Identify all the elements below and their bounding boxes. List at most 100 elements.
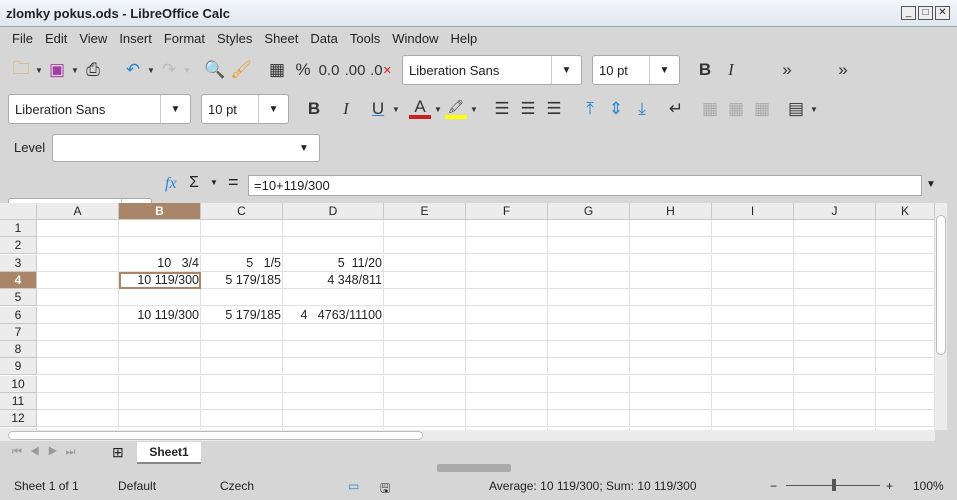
cell-d9[interactable] [283,358,384,376]
save-icon[interactable]: ▣ [44,57,70,83]
conditional-dropdown-icon[interactable]: ▼ [809,105,819,114]
cell-e4[interactable] [384,271,466,289]
column-header-c[interactable]: C [201,203,283,220]
level-combo[interactable]: ▼ [52,134,320,162]
cell-c6[interactable]: 5 179/185 [201,306,283,324]
cell-g7[interactable] [548,323,630,341]
cell-h5[interactable] [630,289,712,307]
sheet-tab-sheet1[interactable]: Sheet1 [137,442,201,464]
cell-a12[interactable] [37,410,119,428]
row-header-10[interactable]: 10 [0,375,37,393]
column-header-h[interactable]: H [630,203,712,220]
cell-g5[interactable] [548,289,630,307]
cell-f12[interactable] [466,410,548,428]
undo-icon[interactable]: ↶ [120,57,146,83]
font-name-combo[interactable]: Liberation Sans ▼ [8,94,191,124]
cell-k2[interactable] [876,237,935,255]
zoom-in-button[interactable]: + [886,479,893,493]
cell-d10[interactable] [283,375,384,393]
italic-button[interactable]: I [718,57,744,83]
open-dropdown-icon[interactable]: ▼ [34,66,44,75]
row-header-6[interactable]: 6 [0,306,37,324]
cell-b1[interactable] [119,220,201,237]
chevron-down-icon[interactable]: ▼ [649,56,679,84]
vertical-scrollbar[interactable] [935,203,947,430]
column-header-f[interactable]: F [466,203,548,220]
merge-cells-icon[interactable]: ▦ [697,96,723,122]
cell-k1[interactable] [876,220,935,237]
italic-button[interactable]: I [333,96,359,122]
cell-a9[interactable] [37,358,119,376]
align-left-icon[interactable]: ☰ [489,96,515,122]
font-color-dropdown-icon[interactable]: ▼ [433,105,443,114]
cell-a5[interactable] [37,289,119,307]
horizontal-scroll-thumb[interactable] [8,431,423,440]
cell-a3[interactable] [37,254,119,272]
clone-formatting-icon[interactable]: 🖌 [228,57,254,83]
underline-button[interactable]: U [365,96,391,122]
cell-d1[interactable] [283,220,384,237]
cell-g8[interactable] [548,341,630,359]
cell-h7[interactable] [630,323,712,341]
cell-g6[interactable] [548,306,630,324]
cell-j12[interactable] [794,410,876,428]
formula-equals-icon[interactable]: = [228,172,239,193]
chevron-down-icon[interactable]: ▼ [551,56,581,84]
column-header-e[interactable]: E [384,203,466,220]
bold-button[interactable]: B [301,96,327,122]
menu-edit[interactable]: Edit [39,28,73,50]
row-header-3[interactable]: 3 [0,254,37,272]
cell-g10[interactable] [548,375,630,393]
align-right-icon[interactable]: ☰ [541,96,567,122]
cell-b2[interactable] [119,237,201,255]
cell-b10[interactable] [119,375,201,393]
cell-e7[interactable] [384,323,466,341]
cell-a7[interactable] [37,323,119,341]
cell-j10[interactable] [794,375,876,393]
cell-f9[interactable] [466,358,548,376]
cell-j11[interactable] [794,393,876,410]
cell-f5[interactable] [466,289,548,307]
cell-e2[interactable] [384,237,466,255]
select-all-corner[interactable] [0,203,37,220]
formula-input[interactable]: =10+119/300 [248,175,922,196]
find-replace-icon[interactable]: 🔍 [202,57,228,83]
minimize-button[interactable]: _ [901,6,916,20]
cell-c4[interactable]: 5 179/185 [201,271,283,289]
cell-h3[interactable] [630,254,712,272]
row-header-4[interactable]: 4 [0,271,37,289]
cell-c2[interactable] [201,237,283,255]
cell-a2[interactable] [37,237,119,255]
cell-k3[interactable] [876,254,935,272]
status-page-style[interactable]: Default [118,479,156,493]
cell-h1[interactable] [630,220,712,237]
cell-c3[interactable]: 5 1/5 [201,254,283,272]
undo-dropdown-icon[interactable]: ▼ [146,66,156,75]
cell-j9[interactable] [794,358,876,376]
cell-f1[interactable] [466,220,548,237]
row-header-8[interactable]: 8 [0,341,37,359]
cell-e8[interactable] [384,341,466,359]
font-color-button[interactable]: A [407,96,433,122]
cell-b7[interactable] [119,323,201,341]
align-bottom-icon[interactable]: ⤓ [629,96,655,122]
tab-splitter-handle[interactable] [437,464,511,472]
cell-c11[interactable] [201,393,283,410]
menu-styles[interactable]: Styles [211,28,258,50]
currency-format-icon[interactable]: ▦ [264,57,290,83]
cell-i5[interactable] [712,289,794,307]
cell-j7[interactable] [794,323,876,341]
cell-k10[interactable] [876,375,935,393]
vertical-scroll-thumb[interactable] [936,215,946,355]
cell-j3[interactable] [794,254,876,272]
menu-help[interactable]: Help [444,28,483,50]
delete-decimal-icon[interactable]: .0 ✕ [368,57,394,83]
chevron-down-icon[interactable]: ▼ [289,135,319,161]
cell-a1[interactable] [37,220,119,237]
sheet-navigation-buttons[interactable]: ⏮◀▶⏭ [12,446,83,459]
row-header-12[interactable]: 12 [0,410,37,428]
save-dropdown-icon[interactable]: ▼ [70,66,80,75]
percent-format-icon[interactable]: % [290,57,316,83]
cell-h11[interactable] [630,393,712,410]
status-language[interactable]: Czech [220,479,254,493]
